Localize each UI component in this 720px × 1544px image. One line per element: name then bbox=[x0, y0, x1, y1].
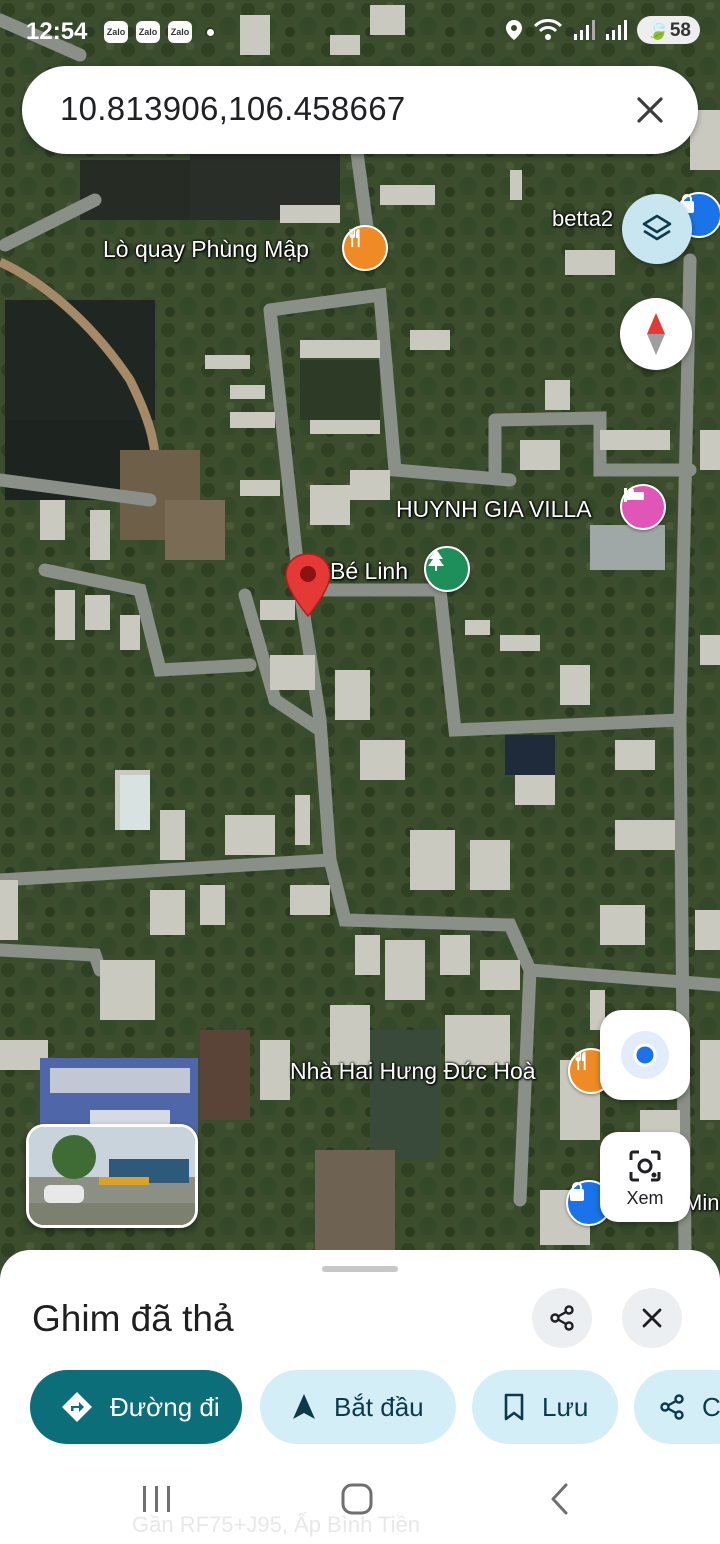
sheet-title: Ghim đã thả bbox=[32, 1298, 234, 1339]
dropped-pin-icon[interactable] bbox=[284, 552, 332, 618]
compass-icon bbox=[647, 313, 665, 355]
tree-glyph bbox=[428, 549, 444, 571]
signal-icon bbox=[606, 20, 628, 40]
wifi-icon bbox=[534, 19, 563, 40]
home-icon[interactable] bbox=[340, 1482, 376, 1516]
my-location-icon bbox=[621, 1031, 669, 1079]
share-chip-button[interactable]: C bbox=[634, 1370, 720, 1444]
navigation-icon bbox=[293, 1394, 315, 1419]
save-label: Lưu bbox=[542, 1391, 589, 1422]
recent-apps-icon[interactable] bbox=[140, 1484, 174, 1514]
street-view-image bbox=[29, 1127, 195, 1225]
zalo-notification-icon: Zalo bbox=[104, 21, 128, 43]
share-chip-label: C bbox=[702, 1391, 720, 1422]
sheet-drag-handle[interactable] bbox=[322, 1266, 398, 1272]
park-icon[interactable] bbox=[424, 546, 470, 592]
battery-level: 58 bbox=[669, 20, 691, 41]
fork-knife-glyph bbox=[349, 228, 360, 248]
layers-button[interactable] bbox=[622, 194, 692, 264]
close-icon bbox=[637, 97, 663, 123]
share-icon bbox=[550, 1305, 574, 1331]
directions-icon bbox=[62, 1392, 92, 1422]
save-button[interactable]: Lưu bbox=[472, 1370, 618, 1444]
search-query[interactable]: 10.813906,106.458667 bbox=[60, 90, 406, 128]
zalo-notification-icon: Zalo bbox=[136, 21, 160, 43]
place-label-huynh-gia-villa[interactable]: HUYNH GIA VILLA bbox=[396, 496, 592, 523]
close-icon bbox=[642, 1308, 662, 1328]
place-label-lo-quay[interactable]: Lò quay Phùng Mập bbox=[103, 236, 309, 263]
place-label-nha-hai-hung[interactable]: Nhà Hai Hưng Đức Hoà bbox=[290, 1058, 536, 1085]
signal-icon bbox=[574, 20, 596, 40]
leaf-icon: 🍃 bbox=[646, 20, 670, 41]
clock: 12:54 bbox=[26, 18, 88, 45]
status-bar: 12:54 Zalo Zalo Zalo 🍃58 bbox=[0, 0, 720, 64]
search-bar[interactable]: 10.813906,106.458667 bbox=[22, 66, 698, 154]
layers-icon bbox=[642, 214, 672, 241]
lens-icon bbox=[629, 1150, 661, 1182]
system-navigation-bar bbox=[0, 1460, 720, 1544]
battery-indicator: 🍃58 bbox=[637, 16, 700, 44]
place-label-betta2[interactable]: betta2 bbox=[552, 206, 613, 232]
start-button[interactable]: Bắt đầu bbox=[260, 1370, 456, 1444]
clear-search-button[interactable] bbox=[628, 88, 672, 132]
lens-label: Xem bbox=[626, 1188, 664, 1208]
directions-label: Đường đi bbox=[110, 1391, 220, 1422]
zalo-notification-icon: Zalo bbox=[168, 21, 192, 43]
bookmark-icon bbox=[504, 1393, 524, 1421]
close-sheet-button[interactable] bbox=[622, 1288, 682, 1348]
fork-knife-glyph bbox=[575, 1051, 586, 1071]
hotel-icon[interactable] bbox=[620, 484, 666, 530]
my-location-button[interactable] bbox=[600, 1010, 690, 1100]
compass-button[interactable] bbox=[620, 298, 692, 370]
share-button[interactable] bbox=[532, 1288, 592, 1348]
bed-glyph bbox=[624, 488, 644, 502]
restaurant-icon[interactable] bbox=[342, 225, 388, 271]
more-notifications-dot bbox=[207, 29, 214, 36]
place-label-be-linh[interactable]: Bé Linh bbox=[330, 558, 408, 585]
share-icon bbox=[660, 1394, 684, 1420]
start-label: Bắt đầu bbox=[334, 1391, 424, 1422]
lens-button[interactable]: Xem bbox=[600, 1132, 690, 1222]
bag-glyph bbox=[570, 1182, 584, 1201]
street-view-thumbnail[interactable] bbox=[26, 1124, 198, 1228]
location-icon bbox=[506, 20, 523, 40]
directions-button[interactable]: Đường đi bbox=[30, 1370, 242, 1444]
back-icon[interactable] bbox=[546, 1482, 574, 1516]
